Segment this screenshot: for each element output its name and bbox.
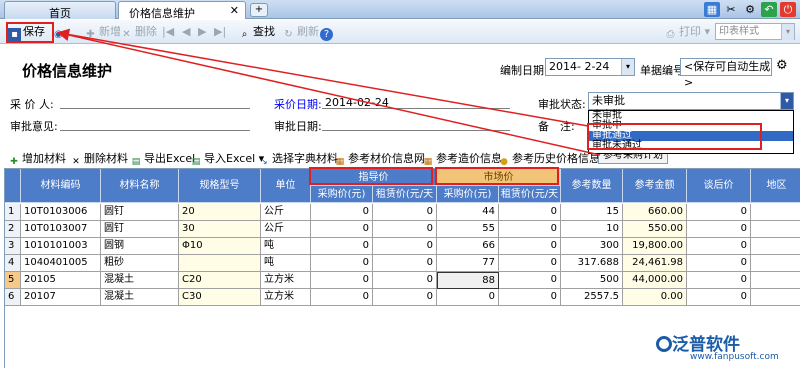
- annotation-arrows: [57, 28, 601, 156]
